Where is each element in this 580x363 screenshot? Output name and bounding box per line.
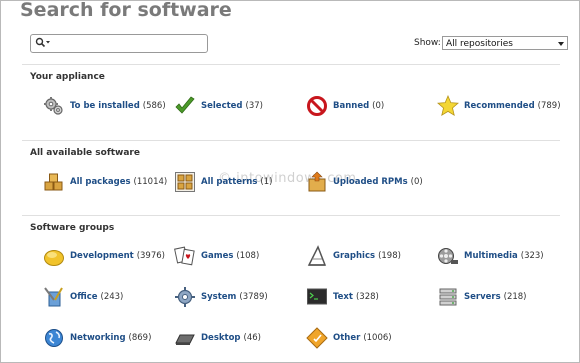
system-gear-icon (175, 287, 195, 307)
category-servers[interactable]: Servers (218) (437, 286, 527, 308)
development-icon (44, 250, 64, 266)
checkmark-icon (175, 96, 195, 114)
category-banned[interactable]: Banned (0) (306, 95, 384, 117)
category-count: (3789) (239, 292, 268, 302)
category-count: (198) (378, 251, 401, 261)
category-count: (1006) (363, 333, 392, 343)
category-uploaded-rpms[interactable]: Uploaded RPMs (0) (306, 171, 423, 193)
repository-select-value: All repositories (446, 39, 513, 49)
category-development[interactable]: Development (3976) (43, 245, 165, 267)
divider (22, 140, 560, 141)
globe-icon (45, 329, 63, 347)
category-label: Other (333, 333, 361, 343)
cards-icon (174, 246, 195, 266)
category-to-be-installed[interactable]: To be installed (586) (43, 95, 166, 117)
category-count: (243) (100, 292, 124, 302)
category-count: (46) (243, 333, 261, 343)
category-label: All packages (70, 177, 131, 187)
show-label: Show: (414, 38, 441, 48)
category-label: Multimedia (464, 251, 518, 261)
category-graphics[interactable]: Graphics (198) (306, 245, 401, 267)
category-system[interactable]: System (3789) (174, 286, 268, 308)
category-other[interactable]: Other (1006) (306, 327, 392, 349)
category-count: (869) (128, 333, 152, 343)
divider (22, 215, 560, 216)
category-label: Development (70, 251, 134, 261)
category-count: (37) (245, 101, 263, 111)
category-label: Desktop (201, 333, 241, 343)
category-all-patterns[interactable]: All patterns (1) (174, 171, 272, 193)
section-heading-groups: Software groups (30, 223, 115, 233)
banned-icon (307, 96, 327, 116)
desktop-icon (175, 334, 195, 345)
category-count: (108) (236, 251, 260, 261)
chevron-down-icon (558, 42, 564, 46)
category-text[interactable]: Text (328) (306, 286, 379, 308)
category-networking[interactable]: Networking (869) (43, 327, 151, 349)
category-label: All patterns (201, 177, 258, 187)
film-reel-icon (438, 248, 458, 264)
category-desktop[interactable]: Desktop (46) (174, 327, 261, 349)
graphics-icon (307, 245, 327, 266)
category-label: Uploaded RPMs (333, 177, 408, 187)
search-input[interactable] (30, 34, 208, 53)
category-count: (0) (410, 177, 423, 187)
category-recommended[interactable]: Recommended (789) (437, 95, 561, 117)
category-count: (11014) (133, 177, 168, 187)
software-search-panel: Search for software Show: All repositori… (0, 0, 580, 363)
category-count: (0) (372, 101, 385, 111)
other-icon (306, 327, 328, 349)
category-label: System (201, 292, 237, 302)
category-games[interactable]: Games (108) (174, 245, 259, 267)
section-heading-available: All available software (30, 148, 140, 158)
section-heading-appliance: Your appliance (30, 72, 105, 82)
terminal-icon (307, 288, 327, 305)
category-label: Graphics (333, 251, 376, 261)
page-title: Search for software (20, 0, 232, 21)
star-icon (437, 95, 459, 117)
divider (22, 64, 560, 65)
category-count: (328) (355, 292, 379, 302)
repository-select[interactable]: All repositories (442, 36, 568, 50)
category-count: (323) (520, 251, 544, 261)
category-label: Banned (333, 101, 370, 111)
category-office[interactable]: Office (243) (43, 286, 123, 308)
category-label: Servers (464, 292, 501, 302)
category-label: Networking (70, 333, 126, 343)
category-count: (3976) (136, 251, 165, 261)
category-multimedia[interactable]: Multimedia (323) (437, 245, 544, 267)
category-label: Text (333, 292, 353, 302)
category-count: (1) (260, 177, 273, 187)
patterns-icon (175, 172, 195, 192)
upload-box-icon (308, 171, 326, 192)
category-label: Selected (201, 101, 243, 111)
packages-icon (44, 173, 63, 191)
category-label: To be installed (70, 101, 140, 111)
gears-icon (44, 97, 63, 115)
category-label: Games (201, 251, 234, 261)
category-count: (218) (503, 292, 527, 302)
category-selected[interactable]: Selected (37) (174, 95, 263, 117)
category-all-packages[interactable]: All packages (11014) (43, 171, 167, 193)
server-icon (439, 288, 457, 306)
category-label: Office (70, 292, 98, 302)
category-count: (789) (537, 101, 561, 111)
search-icon (35, 37, 50, 48)
category-label: Recommended (464, 101, 535, 111)
office-icon (44, 287, 63, 307)
category-count: (586) (142, 101, 166, 111)
